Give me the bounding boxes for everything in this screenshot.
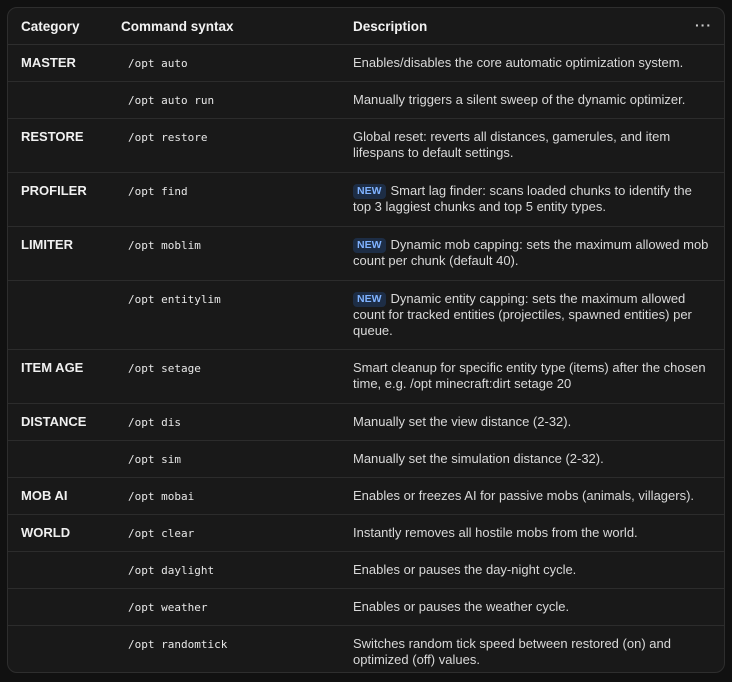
row-description: Instantly removes all hostile mobs from …: [353, 525, 638, 540]
table-row: /opt auto run Manually triggers a silent …: [8, 81, 724, 119]
table-row: MOB AI/opt mobai Enables or freezes AI fo…: [8, 477, 724, 515]
row-description-cell: Global reset: reverts all distances, gam…: [344, 118, 724, 173]
row-command-cell: /opt restore: [114, 118, 344, 173]
row-command-cell: /opt sim: [114, 440, 344, 478]
table-row: WORLD/opt clear Instantly removes all hos…: [8, 514, 724, 552]
row-description: Switches random tick speed between resto…: [353, 636, 671, 667]
table-row: MASTER/opt auto Enables/disables the core…: [8, 45, 724, 82]
row-command-cell: /opt mobai: [114, 477, 344, 515]
row-description-cell: Enables or pauses the day-night cycle.: [344, 551, 724, 589]
header-command-syntax: Command syntax: [114, 8, 344, 45]
ellipsis-icon[interactable]: ···: [695, 17, 712, 33]
row-command-cell: /opt entitylim: [114, 280, 344, 350]
row-description-cell: Enables or pauses the weather cycle.: [344, 588, 724, 626]
row-description-cell: Manually triggers a silent sweep of the …: [344, 81, 724, 119]
row-description-cell: Manually set the simulation distance (2-…: [344, 440, 724, 478]
row-description: Enables or pauses the day-night cycle.: [353, 562, 577, 577]
command-code: /opt find: [128, 185, 188, 198]
command-code: /opt clear: [128, 527, 195, 540]
row-command-cell: /opt auto run: [114, 81, 344, 119]
table-row: PROFILER/opt find NEW Smart lag finder: sc…: [8, 172, 724, 227]
header-description: Description ···: [344, 8, 724, 45]
row-description-cell: Smart cleanup for specific entity type (…: [344, 349, 724, 404]
row-category: PROFILER: [8, 172, 114, 227]
row-category: LIMITER: [8, 226, 114, 281]
command-code: /opt auto: [128, 57, 188, 70]
row-category: RESTORE: [8, 118, 114, 173]
row-description-cell: Instantly removes all hostile mobs from …: [344, 514, 724, 552]
row-command-cell: /opt randomtick: [114, 625, 344, 672]
header-row: Category Command syntax Description ···: [8, 8, 724, 45]
row-category: [8, 440, 114, 478]
row-category: WORLD: [8, 514, 114, 552]
row-description: Dynamic mob capping: sets the maximum al…: [353, 237, 709, 268]
row-command-cell: /opt moblim: [114, 226, 344, 281]
table-row: /opt sim Manually set the simulation dist…: [8, 440, 724, 478]
command-code: /opt daylight: [128, 564, 215, 577]
row-command-cell: /opt dis: [114, 403, 344, 441]
table-row: /opt weather Enables or pauses the weathe…: [8, 588, 724, 626]
command-code: /opt dis: [128, 416, 181, 429]
row-command-cell: /opt weather: [114, 588, 344, 626]
new-badge: NEW: [353, 238, 386, 253]
row-category: MASTER: [21, 55, 76, 70]
header-category: Category: [8, 8, 114, 45]
table-row: RESTORE/opt restore Global reset: reverts…: [8, 118, 724, 173]
command-code: /opt setage: [128, 362, 201, 375]
row-category: [8, 280, 114, 350]
command-code: /opt weather: [128, 601, 208, 614]
row-description: Global reset: reverts all distances, gam…: [353, 129, 671, 160]
row-command-cell: /opt find: [114, 172, 344, 227]
row-command-cell: /opt daylight: [114, 551, 344, 589]
table-row: LIMITER/opt moblim NEW Dynamic mob capping…: [8, 226, 724, 281]
command-table-container: Category Command syntax Description ··· …: [7, 7, 725, 673]
command-code: /opt mobai: [128, 490, 195, 503]
command-code: /opt auto run: [128, 94, 215, 107]
row-command-cell: /opt auto: [114, 45, 344, 82]
table-row: /opt randomtick Switches random tick spee…: [8, 625, 724, 672]
row-description-cell: Enables/disables the core automatic opti…: [344, 45, 724, 82]
table-row: DISTANCE/opt dis Manually set the view di…: [8, 403, 724, 441]
row-description-cell: NEW Smart lag finder: scans loaded chunks…: [344, 172, 724, 227]
row-description: Manually set the view distance (2-32).: [353, 414, 572, 429]
new-badge: NEW: [353, 184, 386, 199]
command-code: /opt sim: [128, 453, 181, 466]
table-row: /opt daylight Enables or pauses the day-n…: [8, 551, 724, 589]
row-category: [8, 551, 114, 589]
row-category: ITEM AGE: [8, 349, 114, 404]
table-row: ITEM AGE/opt setage Smart cleanup for spe…: [8, 349, 724, 404]
row-category: [8, 625, 114, 672]
new-badge: NEW: [353, 292, 386, 307]
row-description-cell: NEW Dynamic entity capping: sets the maxi…: [344, 280, 724, 350]
row-description: Manually set the simulation distance (2-…: [353, 451, 604, 466]
header-description-label: Description: [353, 18, 428, 34]
row-category: MOB AI: [8, 477, 114, 515]
row-description: Enables or freezes AI for passive mobs (…: [353, 488, 695, 503]
row-description: Enables/disables the core automatic opti…: [353, 55, 684, 70]
row-command-cell: /opt clear: [114, 514, 344, 552]
table-header: Category Command syntax Description ···: [8, 8, 724, 45]
table-row: /opt entitylim NEW Dynamic entity capping:…: [8, 280, 724, 350]
command-code: /opt restore: [128, 131, 208, 144]
command-code: /opt entitylim: [128, 293, 221, 306]
row-command-cell: /opt setage: [114, 349, 344, 404]
row-category: DISTANCE: [8, 403, 114, 441]
row-description: Manually triggers a silent sweep of the …: [353, 92, 686, 107]
row-description: Smart lag finder: scans loaded chunks to…: [353, 183, 692, 214]
command-table: Category Command syntax Description ··· …: [8, 8, 724, 672]
command-code: /opt moblim: [128, 239, 201, 252]
command-code: /opt randomtick: [128, 638, 228, 651]
row-description-cell: NEW Dynamic mob capping: sets the maximum…: [344, 226, 724, 281]
row-description-cell: Manually set the view distance (2-32).: [344, 403, 724, 441]
table-body: MASTER/opt auto Enables/disables the core…: [8, 45, 724, 672]
row-category: [8, 588, 114, 626]
row-description: Smart cleanup for specific entity type (…: [353, 360, 706, 391]
row-category: [8, 81, 114, 119]
row-description-cell: Enables or freezes AI for passive mobs (…: [344, 477, 724, 515]
row-description: Enables or pauses the weather cycle.: [353, 599, 570, 614]
row-description-cell: Switches random tick speed between resto…: [344, 625, 724, 672]
row-description: Dynamic entity capping: sets the maximum…: [353, 291, 692, 338]
